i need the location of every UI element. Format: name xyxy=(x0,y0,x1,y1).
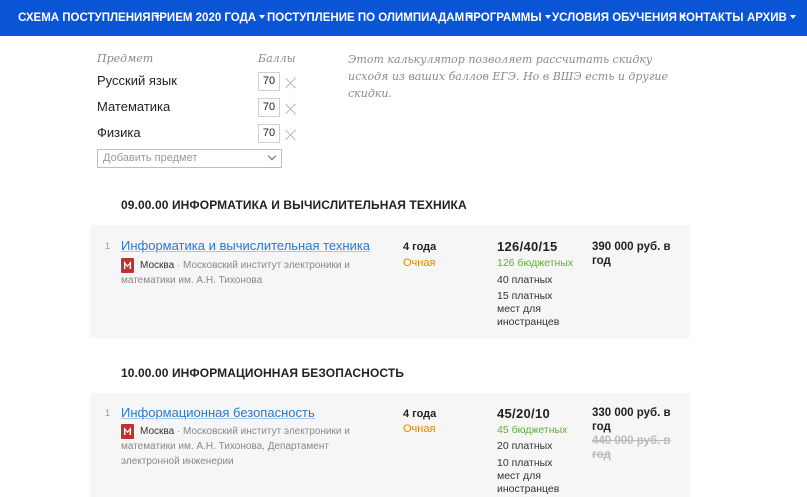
program-number: 1 xyxy=(105,408,111,418)
foreign-places: 10 платных мест для иностранцев xyxy=(497,457,560,495)
add-subject-placeholder: Добавить предмет xyxy=(103,152,198,164)
score-input[interactable]: 70 xyxy=(258,98,280,117)
nav-item-label: ПРОГРАММЫ xyxy=(465,12,542,24)
top-nav: СХЕМА ПОСТУПЛЕНИЯ ПРИЕМ 2020 ГОДА ПОСТУП… xyxy=(0,0,807,36)
budget-places: 126 бюджетных xyxy=(497,257,574,269)
price: 330 000 руб. в год xyxy=(592,407,671,433)
nav-item-label: КОНТАКТЫ xyxy=(679,12,744,24)
old-price: 440 000 руб. в год xyxy=(592,435,671,461)
nav-item-label: СХЕМА ПОСТУПЛЕНИЯ xyxy=(18,12,151,24)
program-number: 1 xyxy=(105,241,111,251)
places-summary: 126/40/15 xyxy=(497,239,558,254)
paid-places: 40 платных xyxy=(497,274,553,286)
nav-item-label: ПОСТУПЛЕНИЕ ПО ОЛИМПИАДАМ xyxy=(267,12,465,24)
score-input[interactable]: 70 xyxy=(258,124,280,143)
nav-item-programs[interactable]: ПРОГРАММЫ xyxy=(465,0,551,36)
institute-info: Москва · Московский институт электроники… xyxy=(121,258,361,288)
study-form: Очная xyxy=(403,423,436,435)
score-column-header: Баллы xyxy=(258,52,296,65)
nav-item-label: ПРИЕМ 2020 ГОДА xyxy=(151,12,257,24)
remove-subject-icon[interactable] xyxy=(285,103,297,115)
subject-name: Физика xyxy=(97,125,141,140)
duration: 4 года xyxy=(403,408,437,420)
nav-item-label: АРХИВ xyxy=(747,12,787,24)
nav-item-study-conditions[interactable]: УСЛОВИЯ ОБУЧЕНИЯ xyxy=(552,0,686,36)
calculator-note: Этот калькулятор позволяет рассчитать ск… xyxy=(348,53,668,100)
subject-column-header: Предмет xyxy=(97,52,154,65)
price: 390 000 руб. в год xyxy=(592,241,671,267)
remove-subject-icon[interactable] xyxy=(285,129,297,141)
program-name-link[interactable]: Информатика и вычислительная техника xyxy=(121,238,370,253)
chevron-down-icon xyxy=(789,15,796,19)
nav-item-admission-scheme[interactable]: СХЕМА ПОСТУПЛЕНИЯ xyxy=(18,0,160,36)
nav-item-admission-2020[interactable]: ПРИЕМ 2020 ГОДА xyxy=(151,0,266,36)
subject-name: Математика xyxy=(97,99,171,114)
budget-places: 45 бюджетных xyxy=(497,424,568,436)
section-title: 09.00.00 ИНФОРМАТИКА И ВЫЧИСЛИТЕЛЬНАЯ ТЕ… xyxy=(121,198,467,212)
program-name-link[interactable]: Информационная безопасность xyxy=(121,405,315,420)
study-form: Очная xyxy=(403,257,436,269)
paid-places: 20 платных xyxy=(497,440,553,452)
nav-item-olympiads[interactable]: ПОСТУПЛЕНИЕ ПО ОЛИМПИАДАМ xyxy=(267,0,474,36)
foreign-places: 15 платных мест для иностранцев xyxy=(497,290,560,328)
duration: 4 года xyxy=(403,241,437,253)
city: Москва xyxy=(140,426,175,437)
add-subject-select[interactable]: Добавить предмет xyxy=(97,149,282,168)
section-title: 10.00.00 ИНФОРМАЦИОННАЯ БЕЗОПАСНОСТЬ xyxy=(121,366,405,380)
nav-item-contacts[interactable]: КОНТАКТЫ xyxy=(679,0,743,36)
city: Москва xyxy=(140,260,175,271)
chevron-down-icon xyxy=(544,15,551,19)
places-summary: 45/20/10 xyxy=(497,406,551,421)
chevron-down-icon xyxy=(259,15,266,19)
nav-item-archive[interactable]: АРХИВ xyxy=(747,0,796,36)
chevron-down-icon xyxy=(267,151,277,161)
institute-info: Москва · Московский институт электроники… xyxy=(121,424,361,469)
score-input[interactable]: 70 xyxy=(258,72,280,91)
subject-name: Русский язык xyxy=(97,73,177,88)
nav-item-label: УСЛОВИЯ ОБУЧЕНИЯ xyxy=(552,12,677,24)
remove-subject-icon[interactable] xyxy=(285,77,297,89)
